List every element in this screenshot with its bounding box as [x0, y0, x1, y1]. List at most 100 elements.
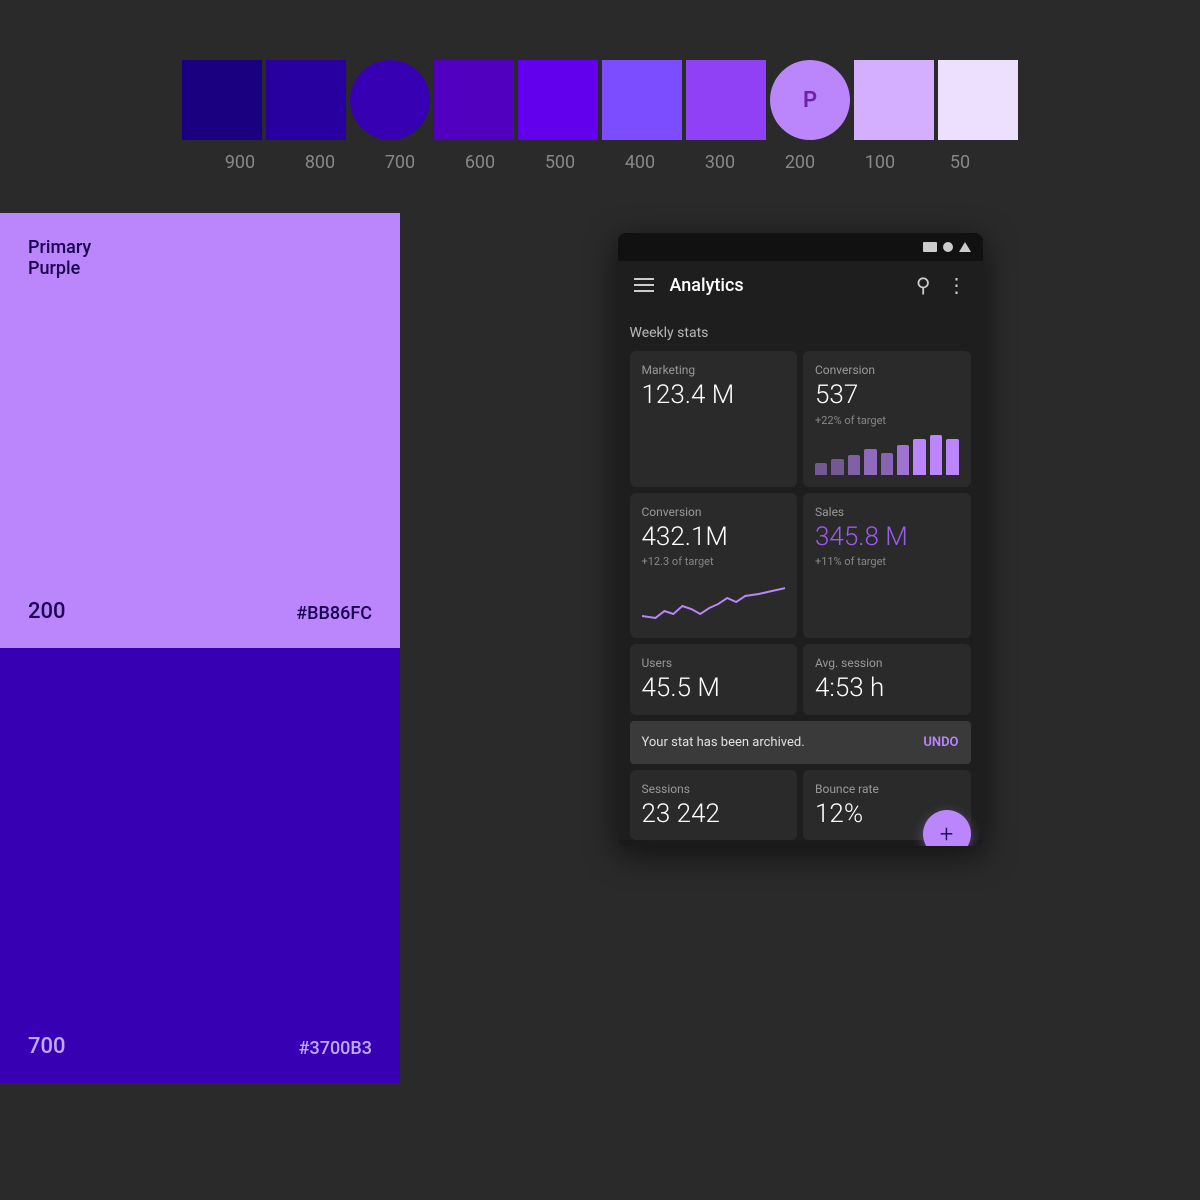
swatch-200-letter: P — [803, 88, 817, 113]
shade-label-50: 50 — [920, 152, 1000, 173]
stat-label-sessions: Sessions — [642, 782, 786, 796]
bar-2 — [831, 459, 843, 475]
stat-value-sales: 345.8 M — [815, 523, 959, 552]
swatch-400 — [602, 60, 682, 140]
bar-1 — [815, 463, 827, 475]
bar-4 — [864, 449, 876, 475]
app-bar: Analytics ⚲ ⋮ — [618, 261, 983, 309]
panel-bottom-700: 700 #3700B3 — [28, 1034, 372, 1059]
right-section: Analytics ⚲ ⋮ Weekly stats Marketing 123… — [400, 213, 1200, 1083]
shade-label-700: 700 — [360, 152, 440, 173]
panel-hex-200: #BB86FC — [296, 603, 372, 624]
bar-5 — [881, 453, 893, 475]
shade-label-500: 500 — [520, 152, 600, 173]
swatch-300 — [686, 60, 766, 140]
stat-label-conv-line: Conversion — [642, 505, 786, 519]
panel-number-700: 700 — [28, 1034, 66, 1059]
fab-icon: + — [940, 820, 954, 846]
stat-value-conv-line: 432.1M — [642, 523, 786, 552]
snackbar-undo-button[interactable]: UNDO — [923, 735, 958, 750]
panel-bottom-200: 200 #BB86FC — [28, 599, 372, 624]
menu-icon[interactable] — [634, 278, 654, 292]
bar-3 — [848, 455, 860, 475]
stat-card-conversion-top: Conversion 537 +22% of target — [803, 351, 971, 487]
app-bar-left: Analytics — [634, 275, 744, 296]
app-bar-actions: ⚲ ⋮ — [916, 273, 967, 297]
bar-7 — [913, 439, 925, 474]
stat-value-avg: 4:53 h — [815, 674, 959, 703]
stat-value-marketing: 123.4 M — [642, 381, 786, 410]
swatch-labels: 900 800 700 600 500 400 300 200 100 50 — [200, 140, 1000, 173]
menu-line — [634, 284, 654, 286]
shade-label-100: 100 — [840, 152, 920, 173]
snackbar-text: Your stat has been archived. — [642, 735, 805, 750]
stat-sub-conv-top: +22% of target — [815, 414, 959, 427]
menu-line — [634, 290, 654, 292]
shade-label-400: 400 — [600, 152, 680, 173]
mini-line-chart — [642, 576, 786, 626]
left-panels: Primary Purple 200 #BB86FC 700 #3700B3 — [0, 213, 400, 1083]
stat-label-users: Users — [642, 656, 786, 670]
shade-label-900: 900 — [200, 152, 280, 173]
panel-label-purple: Purple — [28, 258, 372, 279]
more-icon[interactable]: ⋮ — [947, 273, 967, 297]
stat-sub-sales: +11% of target — [815, 555, 959, 568]
shade-label-800: 800 — [280, 152, 360, 173]
stat-card-sessions: Sessions 23 242 — [630, 770, 798, 841]
panel-number-200: 200 — [28, 599, 66, 624]
color-panel-200: Primary Purple 200 #BB86FC — [0, 213, 400, 648]
swatch-50 — [938, 60, 1018, 140]
stat-value-sessions: 23 242 — [642, 800, 786, 829]
stat-sub-conv-line: +12.3 of target — [642, 555, 786, 568]
color-swatches: P — [182, 60, 1018, 140]
stats-grid-3: Users 45.5 M Avg. session 4:53 h — [630, 644, 971, 715]
bar-6 — [897, 445, 909, 475]
swatch-200: P — [770, 60, 850, 140]
battery-icon — [923, 242, 937, 252]
phone-mockup: Analytics ⚲ ⋮ Weekly stats Marketing 123… — [618, 233, 983, 846]
stat-label-avg: Avg. session — [815, 656, 959, 670]
app-title: Analytics — [670, 275, 744, 296]
shade-label-200: 200 — [760, 152, 840, 173]
stat-value-users: 45.5 M — [642, 674, 786, 703]
stat-label-sales: Sales — [815, 505, 959, 519]
palette-section: P 900 800 700 600 500 400 300 200 100 50 — [0, 0, 1200, 213]
menu-line — [634, 278, 654, 280]
line-chart-svg — [642, 576, 786, 626]
swatch-600 — [434, 60, 514, 140]
stat-label-conv-top: Conversion — [815, 363, 959, 377]
stats-grid-2: Conversion 432.1M +12.3 of target Sales … — [630, 493, 971, 639]
fab-button[interactable]: + — [923, 810, 971, 846]
mini-bar-chart — [815, 435, 959, 475]
panel-hex-700: #3700B3 — [299, 1038, 372, 1059]
weekly-stats-label: Weekly stats — [630, 317, 971, 351]
snackbar: Your stat has been archived. UNDO — [630, 721, 971, 764]
panel-labels-200: Primary Purple — [28, 237, 372, 279]
swatch-500 — [518, 60, 598, 140]
search-icon[interactable]: ⚲ — [916, 273, 931, 297]
app-content: Weekly stats Marketing 123.4 M Conversio… — [618, 309, 983, 840]
stat-card-users: Users 45.5 M — [630, 644, 798, 715]
bottom-section: Primary Purple 200 #BB86FC 700 #3700B3 — [0, 213, 1200, 1083]
color-panel-700: 700 #3700B3 — [0, 648, 400, 1083]
swatch-700 — [350, 60, 430, 140]
stat-value-conv-top: 537 — [815, 381, 959, 410]
bar-9 — [946, 439, 958, 475]
phone-status-bar — [618, 233, 983, 261]
stat-card-marketing: Marketing 123.4 M — [630, 351, 798, 487]
swatch-800 — [266, 60, 346, 140]
swatch-100 — [854, 60, 934, 140]
bar-8 — [930, 435, 942, 475]
stat-card-sales: Sales 345.8 M +11% of target — [803, 493, 971, 639]
stat-label-bounce: Bounce rate — [815, 782, 959, 796]
stats-grid-1: Marketing 123.4 M Conversion 537 +22% of… — [630, 351, 971, 487]
wifi-icon — [959, 242, 971, 252]
stat-card-conversion-line: Conversion 432.1M +12.3 of target — [630, 493, 798, 639]
signal-icon — [943, 242, 953, 252]
stats-bottom: Sessions 23 242 Bounce rate 12% + — [630, 770, 971, 841]
stat-card-avg-session: Avg. session 4:53 h — [803, 644, 971, 715]
swatch-900 — [182, 60, 262, 140]
shade-label-300: 300 — [680, 152, 760, 173]
stat-label-marketing: Marketing — [642, 363, 786, 377]
panel-label-primary: Primary — [28, 237, 372, 258]
